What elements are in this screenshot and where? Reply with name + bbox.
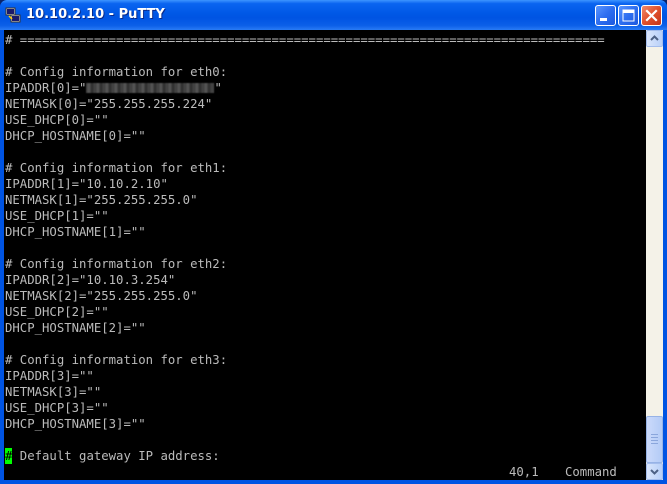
title-bar[interactable]: 10.10.2.10 - PuTTY	[0, 0, 667, 30]
terminal-line: # Config information for eth2:	[5, 257, 228, 271]
prompt-text: Default gateway IP address:	[12, 449, 220, 463]
terminal-line: # ======================================…	[5, 33, 605, 47]
terminal-line: USE_DHCP[0]=""	[5, 113, 109, 127]
ipaddr-eth0-prefix: IPADDR[0]="	[5, 81, 87, 95]
arrow-up-icon	[650, 35, 659, 41]
scroll-up-button[interactable]	[646, 30, 663, 47]
grip-line	[651, 434, 658, 435]
putty-icon[interactable]	[5, 7, 21, 23]
terminal-prompt-line: # Default gateway IP address:	[5, 448, 220, 464]
window-title: 10.10.2.10 - PuTTY	[26, 7, 165, 22]
close-icon	[645, 9, 658, 22]
maximize-button[interactable]	[618, 5, 639, 26]
arrow-down-icon	[650, 469, 659, 475]
terminal-line: USE_DHCP[1]=""	[5, 209, 109, 223]
terminal-line: USE_DHCP[2]=""	[5, 305, 109, 319]
grip-line	[651, 437, 658, 438]
window-frame-bottom	[0, 480, 667, 484]
window-frame-right	[663, 30, 667, 484]
terminal-line: # Config information for eth0:	[5, 65, 228, 79]
terminal-line: IPADDR[1]="10.10.2.10"	[5, 177, 168, 191]
terminal-screen[interactable]: # ======================================…	[4, 30, 646, 480]
terminal-line: # Config information for eth3:	[5, 353, 228, 367]
maximize-icon	[622, 9, 635, 22]
terminal-line: DHCP_HOSTNAME[3]=""	[5, 417, 146, 431]
terminal-line: DHCP_HOSTNAME[2]=""	[5, 321, 146, 335]
grip-line	[651, 440, 658, 441]
terminal-line: NETMASK[1]="255.255.255.0"	[5, 193, 198, 207]
redacted-ip	[86, 83, 215, 93]
minimize-icon	[600, 18, 607, 21]
putty-window: 10.10.2.10 - PuTTY # ===================…	[0, 0, 667, 484]
grip-line	[651, 443, 658, 444]
scroll-thumb[interactable]	[646, 416, 663, 463]
terminal-line: NETMASK[0]="255.255.255.224"	[5, 97, 213, 111]
vertical-scrollbar[interactable]	[646, 30, 663, 480]
editor-mode-status: Command	[565, 465, 617, 479]
ipaddr-eth0-suffix: "	[214, 81, 222, 95]
terminal-line: USE_DHCP[3]=""	[5, 401, 109, 415]
close-button[interactable]	[641, 5, 662, 26]
terminal-line: NETMASK[2]="255.255.255.0"	[5, 289, 198, 303]
terminal-line: DHCP_HOSTNAME[0]=""	[5, 129, 146, 143]
terminal-line: # Config information for eth1:	[5, 161, 228, 175]
terminal-line-redacted: IPADDR[0]=" "	[5, 80, 222, 96]
cursor-position-status: 40,1	[509, 465, 539, 479]
terminal-line: DHCP_HOSTNAME[1]=""	[5, 225, 146, 239]
terminal-line: IPADDR[2]="10.10.3.254"	[5, 273, 176, 287]
minimize-button[interactable]	[595, 5, 616, 26]
terminal-line: NETMASK[3]=""	[5, 385, 102, 399]
terminal-line: IPADDR[3]=""	[5, 369, 94, 383]
scroll-down-button[interactable]	[646, 463, 663, 480]
